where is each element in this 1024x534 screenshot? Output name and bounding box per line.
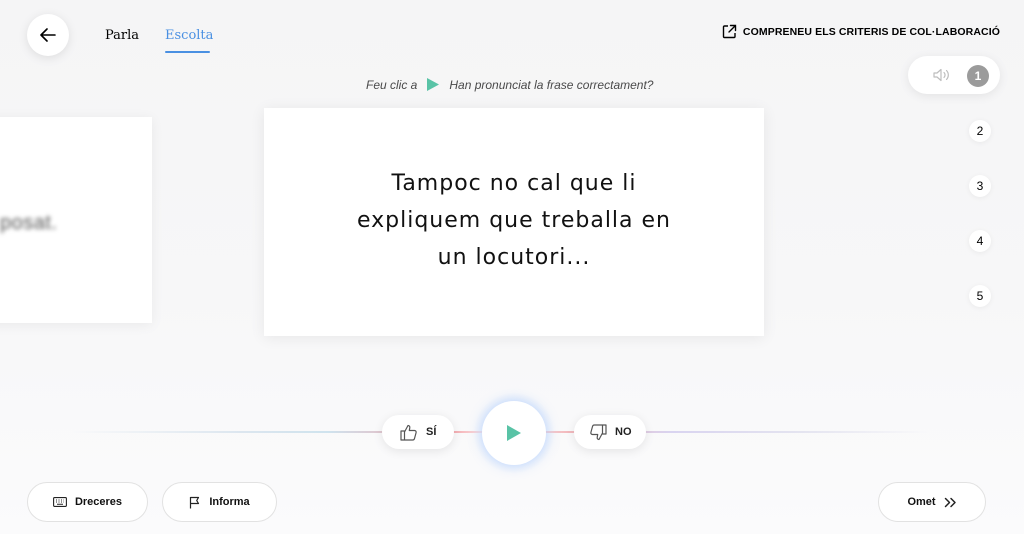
contribution-criteria-link[interactable]: COMPRENEU ELS CRITERIS DE COL·LABORACIÓ	[722, 24, 1000, 39]
skip-forward-icon	[944, 497, 956, 507]
vote-yes-button[interactable]: SÍ	[382, 415, 454, 449]
speaker-icon	[933, 68, 949, 82]
back-arrow-icon	[40, 28, 56, 42]
shortcuts-button[interactable]: Dreceres	[27, 482, 148, 522]
previous-clip-text: posat.	[0, 212, 58, 234]
back-button[interactable]	[27, 14, 69, 56]
progress-step-active: 1	[908, 56, 1000, 94]
skip-label: Omet	[907, 496, 936, 508]
contribution-criteria-label: COMPRENEU ELS CRITERIS DE COL·LABORACIÓ	[742, 25, 1000, 38]
vote-no-label: NO	[615, 426, 632, 438]
previous-clip-card: posat.	[0, 117, 152, 323]
play-clip-button[interactable]	[482, 401, 546, 465]
vote-no-button[interactable]: NO	[574, 415, 646, 449]
progress-step-5: 5	[969, 285, 991, 307]
instructions-part2: Han pronunciat la frase correctament?	[449, 77, 654, 92]
flag-icon	[190, 496, 200, 508]
vote-yes-label: SÍ	[426, 426, 437, 438]
tab-escolta[interactable]: Escolta	[165, 28, 213, 43]
progress-step-1: 1	[967, 65, 989, 87]
shortcuts-label: Dreceres	[74, 496, 123, 508]
report-button[interactable]: Informa	[162, 482, 277, 522]
keyboard-icon	[53, 497, 67, 507]
progress-step-2: 2	[969, 120, 991, 142]
report-label: Informa	[209, 496, 250, 508]
thumbs-down-icon	[590, 423, 607, 440]
play-icon	[427, 78, 440, 91]
skip-button[interactable]: Omet	[878, 482, 986, 522]
instructions: Feu clic a Han pronunciat la frase corre…	[366, 77, 653, 92]
thumbs-up-icon	[400, 424, 417, 441]
clip-sentence: Tampoc no cal que li expliquem que treba…	[356, 170, 671, 270]
instructions-part1: Feu clic a	[366, 77, 418, 92]
progress-step-4: 4	[969, 230, 991, 252]
external-link-icon	[722, 24, 737, 39]
progress-step-3: 3	[969, 175, 991, 197]
active-tab-indicator	[165, 51, 210, 53]
current-clip-card: Tampoc no cal que li expliquem que treba…	[264, 108, 764, 336]
tab-parla[interactable]: Parla	[105, 28, 139, 43]
play-icon	[507, 425, 521, 441]
